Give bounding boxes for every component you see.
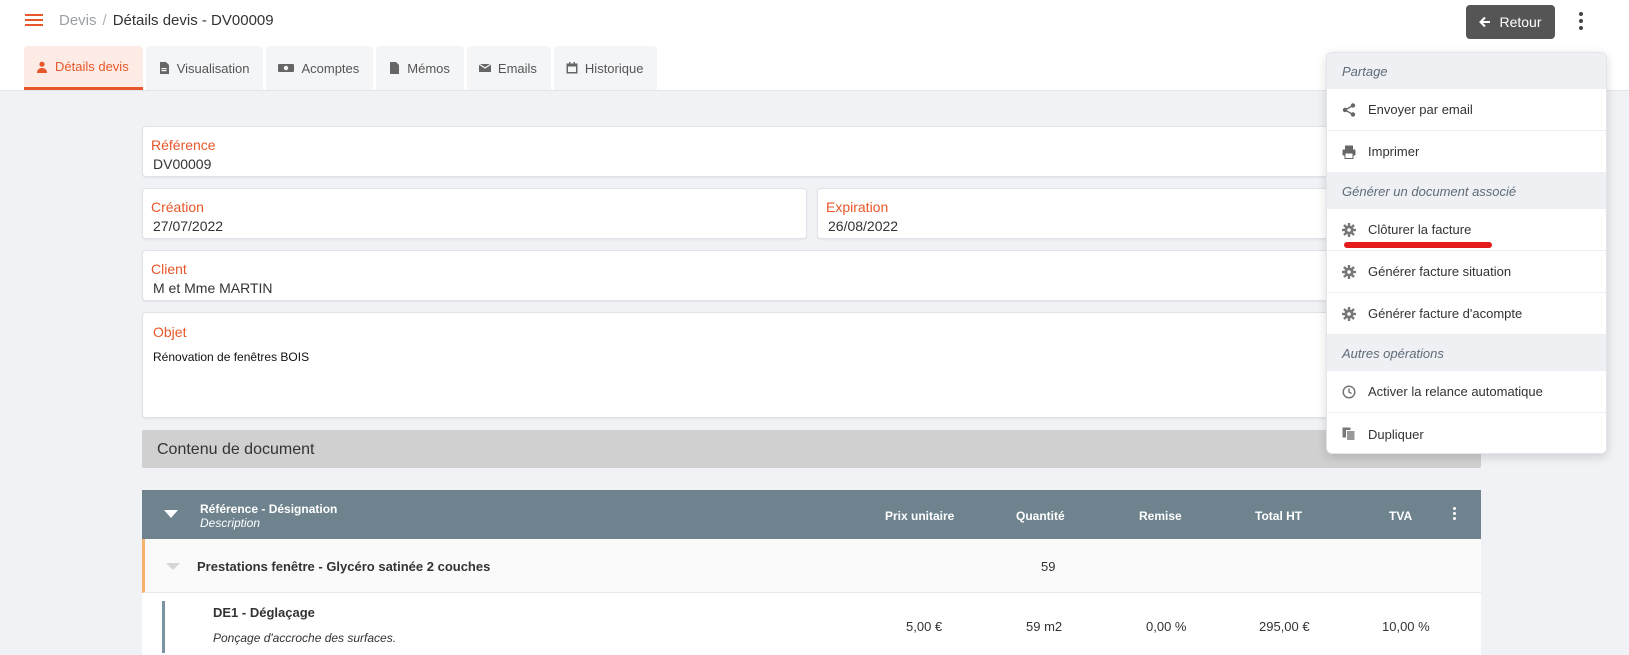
client-value: M et Mme MARTIN [153, 280, 273, 296]
calendar-icon [566, 62, 578, 74]
table-header: Référence - Désignation Description Prix… [142, 490, 1481, 539]
collapse-all-caret-icon[interactable] [164, 510, 178, 518]
tab-label: Acomptes [301, 60, 360, 76]
menu-section-autres: Autres opérations [1327, 335, 1606, 371]
gear-icon [1342, 306, 1356, 321]
hamburger-menu-icon[interactable] [25, 14, 43, 28]
expiration-value: 26/08/2022 [828, 218, 899, 234]
item-total: 295,00 € [1259, 619, 1310, 634]
menu-item-dupliquer[interactable]: Dupliquer [1327, 413, 1606, 453]
back-button-label: Retour [1499, 14, 1542, 30]
tab-emails[interactable]: Emails [466, 46, 551, 90]
creation-field[interactable]: Création 27/07/2022 [142, 188, 807, 239]
tab-historique[interactable]: Historique [553, 46, 658, 90]
highlight-underline [1344, 242, 1492, 248]
envelope-icon [478, 63, 491, 72]
menu-item-cloturer-facture[interactable]: Clôturer la facture [1327, 209, 1606, 251]
more-options-menu: Partage Envoyer par email Imprimer Génér… [1326, 52, 1607, 454]
menu-section-partage: Partage [1327, 53, 1606, 89]
group-title: Prestations fenêtre - Glycéro satinée 2 … [197, 559, 491, 574]
tab-visualisation[interactable]: Visualisation [145, 46, 264, 90]
content-section-header: Contenu de document [142, 430, 1481, 468]
menu-item-relance-automatique[interactable]: Activer la relance automatique [1327, 371, 1606, 413]
menu-section-generer: Générer un document associé [1327, 173, 1606, 209]
menu-item-label: Dupliquer [1368, 426, 1424, 442]
item-tva: 10,00 % [1382, 619, 1430, 634]
item-title: DE1 - Déglaçage [213, 605, 315, 620]
file-icon [390, 62, 400, 74]
menu-item-facture-acompte[interactable]: Générer facture d'acompte [1327, 293, 1606, 335]
row-indent-bar [162, 601, 165, 653]
header-description: Description [200, 516, 261, 530]
back-button[interactable]: Retour [1466, 5, 1555, 39]
item-quantite: 59 m2 [1026, 619, 1063, 634]
menu-item-label: Envoyer par email [1368, 102, 1473, 117]
arrow-left-icon [1479, 16, 1491, 28]
header-ref: Référence - Désignation [200, 502, 338, 516]
tab-label: Visualisation [176, 60, 250, 76]
objet-value: Rénovation de fenêtres BOIS [153, 350, 310, 364]
gear-icon [1342, 264, 1356, 279]
share-icon [1342, 102, 1356, 117]
table-row[interactable]: DE1 - Déglaçage Ponçage d'accroche des s… [142, 593, 1481, 655]
menu-item-label: Générer facture d'acompte [1368, 306, 1523, 321]
more-options-icon[interactable] [1572, 10, 1590, 32]
tab-details-devis[interactable]: Détails devis [24, 46, 143, 90]
objet-label: Objet [153, 324, 187, 340]
client-field[interactable]: Client M et Mme MARTIN [142, 250, 1481, 301]
header-tva: TVA [1389, 509, 1413, 523]
reference-label: Référence [151, 137, 216, 153]
breadcrumb-separator: / [102, 12, 107, 29]
gear-icon [1342, 222, 1356, 237]
menu-item-label: Imprimer [1368, 144, 1420, 159]
reference-field[interactable]: Référence DV00009 [142, 126, 1481, 177]
objet-field[interactable]: Objet Rénovation de fenêtres BOIS [142, 312, 1481, 418]
group-quantity: 59 [1041, 559, 1056, 574]
clock-icon [1342, 384, 1356, 399]
money-icon [278, 64, 295, 72]
tab-label: Emails [497, 60, 537, 76]
item-remise: 0,00 % [1146, 619, 1187, 634]
menu-item-envoyer-email[interactable]: Envoyer par email [1327, 89, 1606, 131]
table-options-icon[interactable] [1453, 507, 1456, 520]
tab-label: Détails devis [55, 59, 129, 74]
menu-item-imprimer[interactable]: Imprimer [1327, 131, 1606, 173]
item-prix: 5,00 € [906, 619, 943, 634]
header-total-ht: Total HT [1255, 509, 1303, 523]
table-row-group[interactable]: Prestations fenêtre - Glycéro satinée 2 … [142, 539, 1481, 593]
menu-item-facture-situation[interactable]: Générer facture situation [1327, 251, 1606, 293]
breadcrumb-root-link[interactable]: Devis [59, 12, 97, 29]
printer-icon [1342, 145, 1356, 159]
client-label: Client [151, 261, 187, 277]
breadcrumb-current: Détails devis - DV00009 [112, 12, 274, 29]
header-remise: Remise [1139, 509, 1182, 523]
expiration-label: Expiration [826, 199, 889, 215]
reference-value: DV00009 [153, 156, 212, 172]
tab-label: Mémos [407, 60, 450, 76]
group-caret-icon[interactable] [166, 563, 180, 570]
header-prix-unitaire: Prix unitaire [885, 509, 955, 523]
menu-item-label: Générer facture situation [1368, 264, 1512, 279]
copy-icon [1342, 427, 1356, 441]
creation-label: Création [151, 199, 204, 215]
user-icon [37, 61, 47, 73]
tab-memos[interactable]: Mémos [376, 46, 464, 90]
header-quantite: Quantité [1016, 509, 1065, 523]
creation-value: 27/07/2022 [153, 218, 224, 234]
pdf-file-icon [159, 62, 169, 74]
tab-label: Historique [584, 60, 644, 76]
menu-item-label: Activer la relance automatique [1368, 384, 1543, 399]
tab-bar: Détails devis Visualisation Acomptes Mém… [24, 46, 658, 90]
item-description: Ponçage d'accroche des surfaces. [213, 631, 397, 645]
breadcrumb: Devis / Détails devis - DV00009 [59, 12, 274, 29]
menu-item-label: Clôturer la facture [1368, 222, 1472, 237]
tab-acomptes[interactable]: Acomptes [266, 46, 374, 90]
